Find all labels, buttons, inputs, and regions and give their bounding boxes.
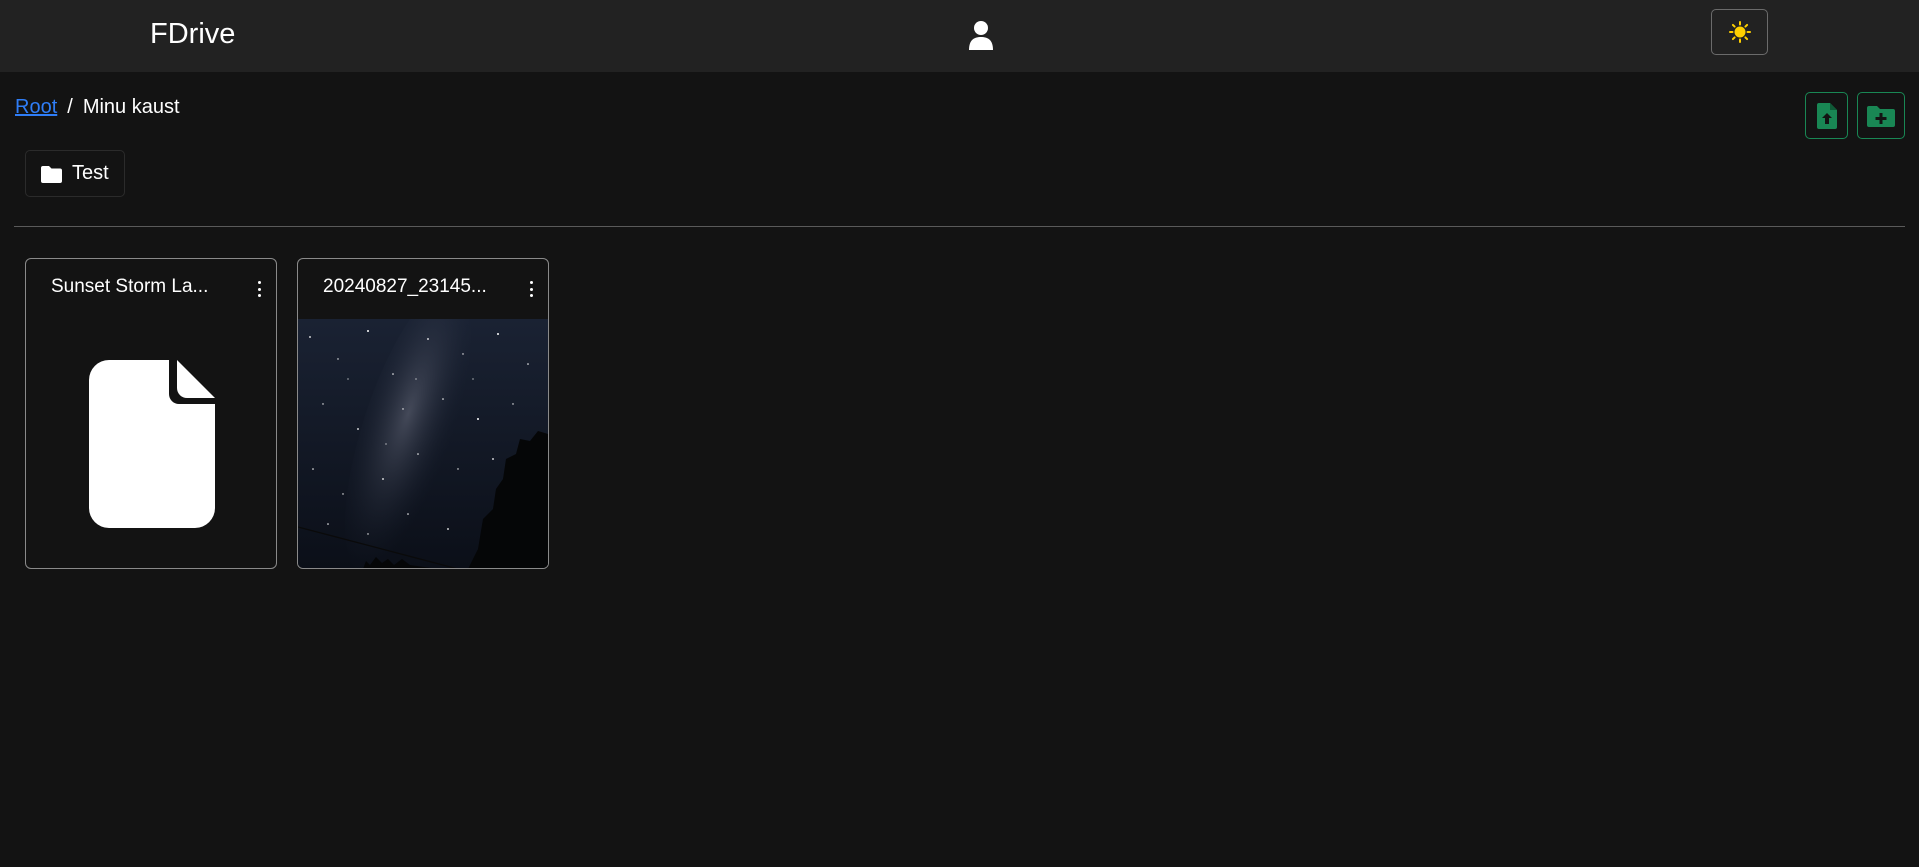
sun-icon bbox=[1728, 21, 1751, 43]
new-folder-button[interactable] bbox=[1857, 92, 1905, 139]
brand-logo[interactable]: FDrive bbox=[150, 14, 235, 54]
file-card[interactable]: Sunset Storm La... bbox=[25, 258, 277, 569]
file-upload-icon bbox=[1816, 102, 1837, 129]
upload-file-button[interactable] bbox=[1805, 92, 1848, 139]
user-icon bbox=[969, 21, 993, 50]
breadcrumb-current: Minu kaust bbox=[82, 96, 180, 118]
breadcrumb: Root / Minu kaust bbox=[15, 95, 180, 119]
file-title: Sunset Storm La... bbox=[51, 276, 209, 297]
file-card[interactable]: 20240827_23145... bbox=[297, 258, 549, 569]
breadcrumb-separator: / bbox=[67, 96, 73, 118]
kebab-menu-icon[interactable] bbox=[254, 279, 264, 299]
breadcrumb-root-link[interactable]: Root bbox=[15, 95, 57, 119]
document-icon bbox=[89, 360, 215, 528]
folder-icon bbox=[41, 165, 62, 183]
folder-plus-icon bbox=[1867, 105, 1895, 127]
folder-name: Test bbox=[72, 162, 109, 184]
folder-item[interactable]: Test bbox=[25, 150, 125, 197]
file-title: 20240827_23145... bbox=[323, 276, 487, 297]
user-button[interactable] bbox=[965, 18, 997, 52]
navbar: FDrive bbox=[0, 0, 1919, 72]
theme-toggle-button[interactable] bbox=[1711, 9, 1768, 55]
night-sky-photo bbox=[298, 319, 548, 568]
divider bbox=[14, 226, 1905, 227]
kebab-menu-icon[interactable] bbox=[526, 279, 536, 299]
